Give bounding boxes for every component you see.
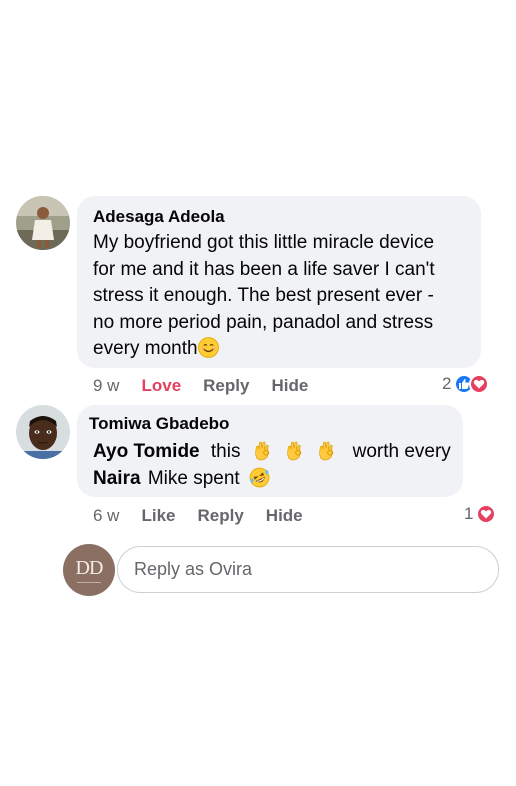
comment-line: no more period pain, panadol and stress <box>93 311 434 333</box>
mention-link[interactable]: Naira <box>93 468 141 489</box>
comment-fragment: Mike spent <box>147 467 240 489</box>
comment-line: stress it enough. The best present ever … <box>93 285 434 306</box>
reply-button[interactable]: Reply <box>203 376 249 396</box>
avatar-tagline-line <box>77 582 101 583</box>
comment-actions: 6 w Like Reply Hide <box>93 506 303 526</box>
hide-button[interactable]: Hide <box>266 506 303 526</box>
avatar-adesaga[interactable] <box>16 196 70 250</box>
ok-hand-emoji <box>319 441 334 461</box>
comment-line: every month <box>93 338 198 359</box>
mention-link[interactable]: Ayo Tomide <box>93 441 200 462</box>
rofl-emoji <box>249 467 270 487</box>
comment-actions: 9 w Love Reply Hide <box>93 376 308 396</box>
reply-input[interactable]: Reply as Ovira <box>117 546 499 593</box>
comment-timestamp[interactable]: 9 w <box>93 376 119 396</box>
love-button[interactable]: Love <box>141 376 181 396</box>
comment-bubble: Tomiwa Gbadebo Ayo Tomide this worth eve… <box>77 405 463 497</box>
reaction-count: 1 <box>464 504 474 523</box>
love-icon <box>469 374 490 394</box>
ok-hand-emoji <box>255 441 269 461</box>
reaction-count: 2 <box>442 374 452 393</box>
reply-placeholder: Reply as Ovira <box>134 559 253 579</box>
reaction-summary[interactable]: 1 <box>464 504 497 524</box>
comment-text: My boyfriend got this little miracle dev… <box>93 230 435 363</box>
reply-button[interactable]: Reply <box>198 506 244 526</box>
comment-author[interactable]: Adesaga Adeola <box>93 207 225 227</box>
reaction-summary[interactable]: 2 <box>442 374 490 394</box>
smiling-face-emoji <box>197 337 219 358</box>
love-icon <box>476 504 497 524</box>
comment-text: Ayo Tomide this worth every Naira Mike s… <box>93 439 451 492</box>
comment-fragment: worth every <box>352 441 451 462</box>
avatar-monogram: DD <box>75 557 104 579</box>
ok-hand-emoji <box>287 441 302 461</box>
avatar-tomiwa[interactable] <box>16 405 70 459</box>
hide-button[interactable]: Hide <box>271 376 308 396</box>
like-button[interactable]: Like <box>141 506 175 526</box>
comment-fragment: this <box>210 441 241 462</box>
comment-line: for me and it has been a life saver I ca… <box>93 258 435 280</box>
comment-line: My boyfriend got this little miracle dev… <box>93 232 435 253</box>
comment-author[interactable]: Tomiwa Gbadebo <box>89 414 229 434</box>
comment-bubble: Adesaga Adeola My boyfriend got this lit… <box>77 196 481 368</box>
comment-timestamp[interactable]: 6 w <box>93 506 119 526</box>
avatar-ovira[interactable]: DD <box>63 544 115 596</box>
comment-line-last: every month <box>93 336 435 363</box>
